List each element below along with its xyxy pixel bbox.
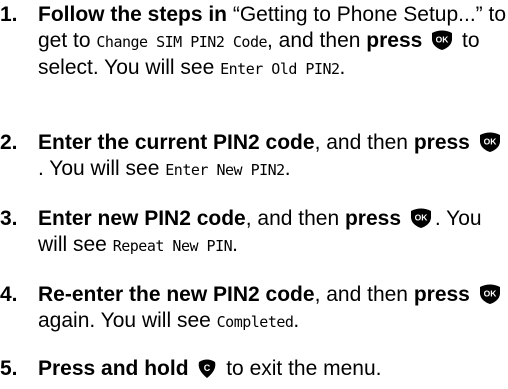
step-text-part: to exit the menu. [220, 357, 382, 380]
step-lead: Re-enter the new PIN2 code [38, 283, 315, 306]
step-number: 4. [0, 283, 18, 306]
step-text-part: . [293, 309, 300, 332]
step-text-part: , and then [245, 207, 345, 230]
ok-key-label: OK [415, 213, 429, 223]
ok-key-label: OK [436, 35, 450, 45]
ok-key-label: OK [483, 289, 497, 299]
step-lead: Enter the current PIN2 code [38, 131, 315, 154]
step-number: 3. [0, 207, 18, 230]
ok-key-icon: OK [430, 29, 454, 51]
step-text-part: . You will see [38, 157, 166, 180]
step-text: Re-enter the new PIN2 code, and then pre… [38, 282, 508, 335]
press-label: press [344, 207, 402, 230]
step-text-part: . [284, 157, 291, 180]
step-text-part: , and then [314, 131, 414, 154]
step-text-part: . [339, 56, 346, 79]
ok-key-icon: OK [478, 283, 502, 305]
step-text-part: again. You will see [38, 309, 217, 332]
c-key-label: C [204, 363, 211, 373]
step-number: 2. [0, 131, 18, 154]
c-key-icon: C [196, 357, 218, 379]
step-text: Press and hold C to exit the menu. [38, 356, 508, 382]
step-text: Follow the steps in “Getting to Phone Se… [38, 2, 508, 82]
press-label: press [413, 283, 470, 306]
ok-key-icon: OK [409, 207, 433, 229]
ok-key-icon: OK [478, 131, 502, 153]
step-number: 1. [0, 3, 18, 26]
step-lead: Enter new PIN2 code [38, 207, 246, 230]
step-text: Enter new PIN2 code, and then press OK .… [38, 206, 508, 259]
step-text: Enter the current PIN2 code, and then pr… [38, 130, 508, 183]
step-lead: Follow the steps in [38, 3, 228, 26]
step-text-part: , and then [314, 283, 414, 306]
lcd-text: Repeat New PIN [112, 237, 233, 255]
lcd-text: Enter Old PIN2 [220, 60, 340, 78]
step-text-part: , and then [267, 29, 367, 52]
press-label: press [366, 29, 423, 52]
step-lead: Press and hold [38, 357, 189, 380]
step-text-part: . [232, 233, 238, 256]
press-label: press [413, 131, 470, 154]
lcd-text: Completed [216, 313, 294, 331]
step-number: 5. [0, 357, 18, 380]
lcd-text: Enter New PIN2 [165, 161, 285, 179]
ok-key-label: OK [483, 137, 497, 147]
lcd-text: Change SIM PIN2 Code [96, 33, 268, 51]
